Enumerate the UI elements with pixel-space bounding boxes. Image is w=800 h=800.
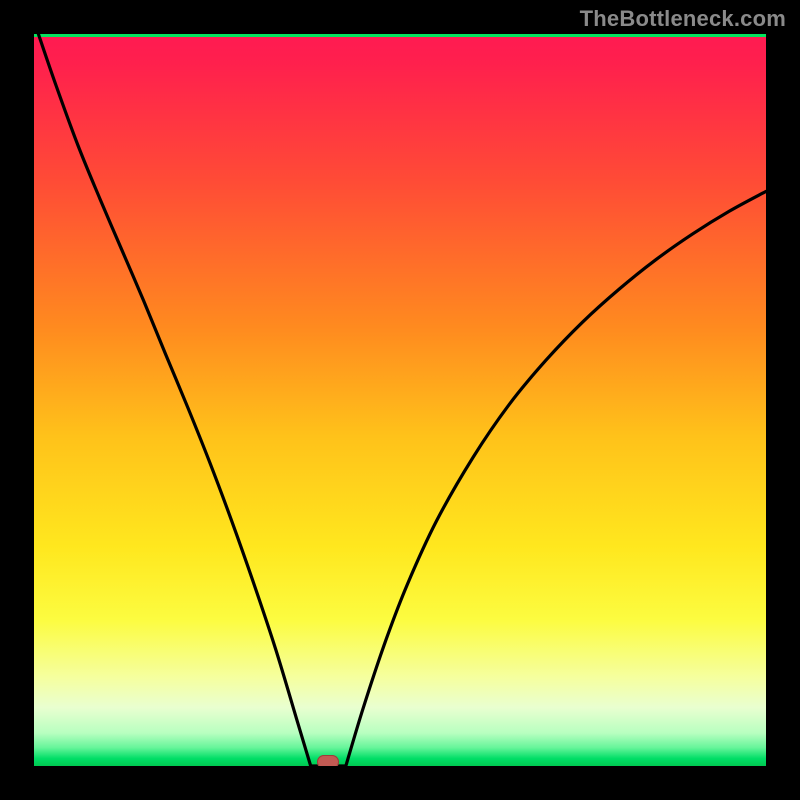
plot-area [34,34,766,766]
chart-frame: TheBottleneck.com [0,0,800,800]
bottleneck-curve [34,34,766,766]
watermark-text: TheBottleneck.com [580,6,786,32]
optimal-marker [317,755,339,766]
